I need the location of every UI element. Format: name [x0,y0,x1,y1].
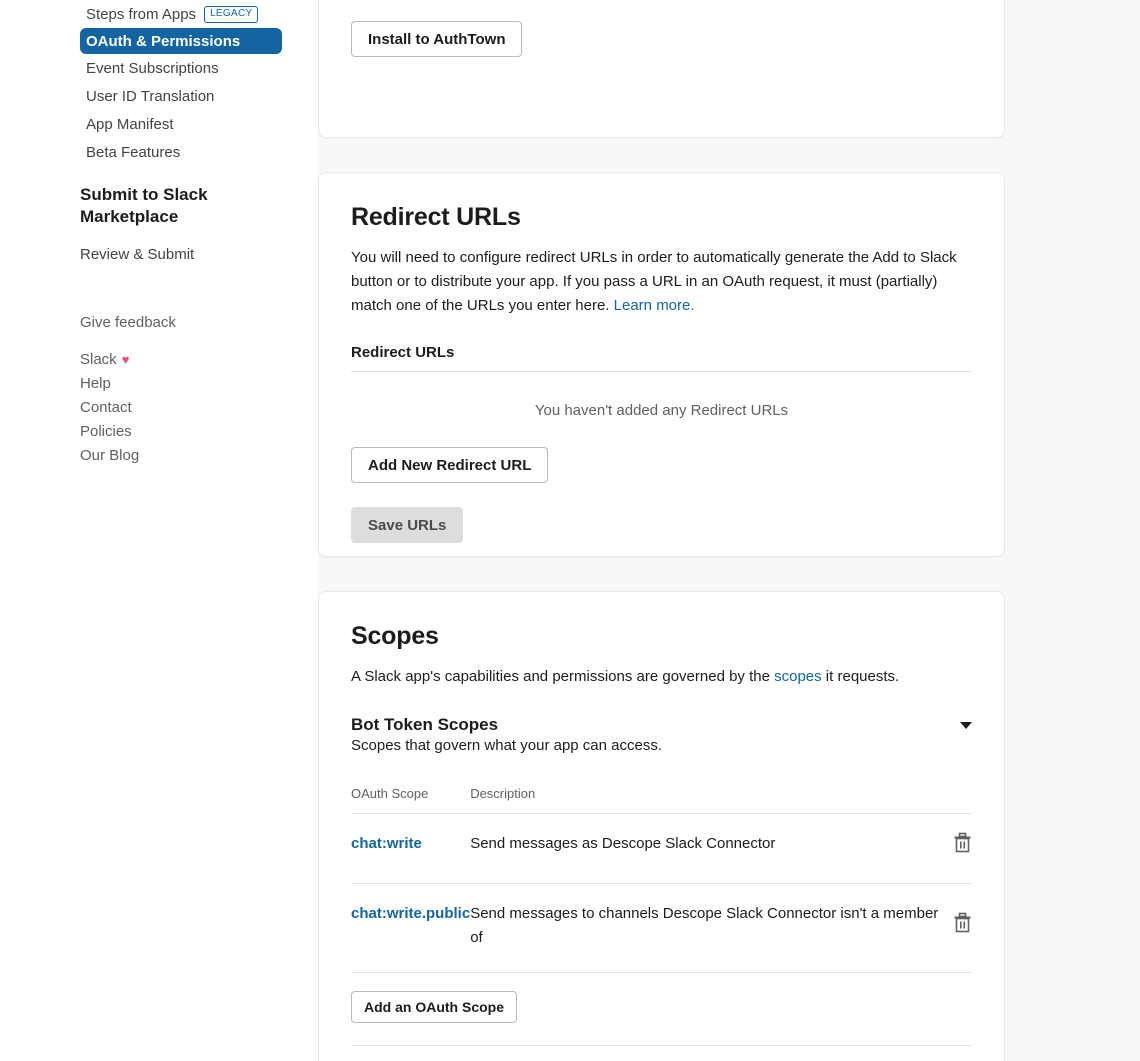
add-scope-row: Add an OAuth Scope [351,973,972,1046]
sidebar-item-steps-from-apps[interactable]: Steps from Apps LEGACY [80,0,302,28]
sidebar-nav-list: Steps from Apps LEGACY OAuth & Permissio… [0,0,318,166]
sidebar-item-slack[interactable]: Slack ♥ [80,347,302,371]
sidebar-item-help[interactable]: Help [80,371,302,395]
redirect-urls-empty-state: You haven't added any Redirect URLs [534,402,789,419]
sidebar-item-policies[interactable]: Policies [80,419,302,443]
footer-link-label: Our Blog [80,446,140,464]
sidebar: Steps from Apps LEGACY OAuth & Permissio… [0,0,318,1061]
save-urls-button[interactable]: Save URLs [351,507,464,543]
sidebar-item-app-manifest[interactable]: App Manifest [80,110,302,138]
sidebar-footer-links: Slack ♥ Help Contact Policies Our Blog [0,347,318,467]
scopes-title: Scopes [351,622,439,650]
scope-actions-cell [953,883,972,973]
sidebar-item-label: Steps from Apps [86,5,197,23]
add-an-oauth-scope-button[interactable]: Add an OAuth Scope [351,991,517,1023]
redirect-urls-card: Redirect URLs You will need to configure… [318,172,1005,557]
scopes-doc-link[interactable]: scopes [774,668,822,685]
bot-token-scopes-heading: Bot Token Scopes [351,715,499,734]
footer-link-label: Policies [80,422,132,440]
scopes-description: A Slack app's capabilities and permissio… [351,665,972,689]
sidebar-item-label: OAuth & Permissions [86,32,241,50]
scopes-table-head: OAuth Scope Description [351,786,972,814]
footer-link-label: Help [80,374,111,392]
sidebar-section-title: Submit to Slack Marketplace [80,185,208,226]
bot-token-scopes-header-row: Bot Token Scopes [351,715,972,735]
redirect-urls-title: Redirect URLs [351,203,521,231]
delete-scope-button[interactable] [953,832,972,853]
scopes-table-header-row: OAuth Scope Description [351,786,972,814]
legacy-badge: LEGACY [204,5,259,23]
app-page: Steps from Apps LEGACY OAuth & Permissio… [0,0,1140,1061]
scope-link[interactable]: chat:write.public [351,905,470,922]
scope-description-cell: Send messages as Descope Slack Connector [470,813,953,884]
redirect-urls-description: You will need to configure redirect URLs… [351,246,972,318]
table-row: chat:write Send messages as Descope Slac… [351,813,972,884]
sidebar-item-label: App Manifest [86,115,174,133]
scope-name-cell: chat:write.public [351,883,471,973]
learn-more-link[interactable]: Learn more. [614,297,695,314]
trash-icon [954,832,971,853]
column-header-oauth-scope: OAuth Scope [351,786,471,814]
chevron-down-icon[interactable] [960,721,972,729]
sidebar-subitem-label: Review & Submit [80,245,195,263]
sidebar-item-review-submit[interactable]: Review & Submit [80,240,302,268]
column-header-description: Description [470,786,953,814]
scope-name-cell: chat:write [351,813,471,884]
sidebar-feedback-group: Give feedback [0,310,318,334]
table-row: chat:write.public Send messages to chann… [351,883,972,973]
column-header-actions [953,786,972,814]
slack-label: Slack [80,350,117,368]
scope-actions-cell [953,813,972,884]
add-new-redirect-url-button[interactable]: Add New Redirect URL [351,447,549,483]
sidebar-item-contact[interactable]: Contact [80,395,302,419]
sidebar-item-label: Beta Features [86,143,181,161]
sidebar-item-beta-features[interactable]: Beta Features [80,138,302,166]
sidebar-subnav: Review & Submit [0,240,318,268]
give-feedback-label: Give feedback [80,313,176,331]
scopes-description-part2: it requests. [821,668,900,685]
install-app-card: workspace. You'll use these tokens to au… [318,0,1005,138]
footer-link-label: Contact [80,398,132,416]
sidebar-item-label: Event Subscriptions [86,59,219,77]
sidebar-item-give-feedback[interactable]: Give feedback [80,310,302,334]
main-content: workspace. You'll use these tokens to au… [318,0,1140,1061]
sidebar-item-event-subscriptions[interactable]: Event Subscriptions [80,54,302,82]
bot-token-scopes-description: Scopes that govern what your app can acc… [351,737,663,754]
bot-token-scopes-table: OAuth Scope Description chat:write Send … [351,786,972,973]
redirect-urls-field-label: Redirect URLs [351,344,972,372]
scopes-description-part1: A Slack app's capabilities and permissio… [351,668,775,685]
trash-icon [954,912,971,932]
scopes-card: Scopes A Slack app's capabilities and pe… [318,591,1005,1061]
heart-icon: ♥ [121,351,130,367]
scope-link[interactable]: chat:write [351,835,422,852]
sidebar-item-user-id-translation[interactable]: User ID Translation [80,82,302,110]
scope-description-cell: Send messages to channels Descope Slack … [470,883,953,973]
sidebar-item-label: User ID Translation [86,87,215,105]
sidebar-item-oauth-permissions[interactable]: OAuth & Permissions [80,28,282,54]
sidebar-item-our-blog[interactable]: Our Blog [80,443,302,467]
delete-scope-button[interactable] [953,912,972,933]
install-to-workspace-button[interactable]: Install to AuthTown [351,21,523,57]
scopes-table-body: chat:write Send messages as Descope Slac… [351,813,972,973]
